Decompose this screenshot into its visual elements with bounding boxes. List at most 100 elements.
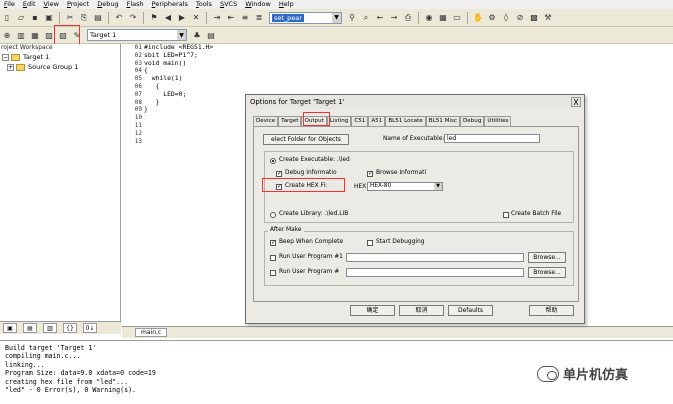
menu-tools[interactable]: Tools [192,0,216,9]
prev-bookmark-icon[interactable]: ◀ [162,12,174,24]
tab-device[interactable]: Device [253,116,279,126]
paste-icon[interactable]: ▤ [92,12,104,24]
templates-tab-icon[interactable]: 0↓ [83,323,97,333]
memory-icon[interactable]: ▩ [528,12,540,24]
regs-tab-icon[interactable]: ▤ [23,323,37,333]
menu-file[interactable]: File [0,0,19,9]
ok-button[interactable]: 确定 [350,305,395,316]
undo-icon[interactable]: ↶ [113,12,125,24]
collapse-icon[interactable]: − [2,53,9,61]
bookmark-icon[interactable]: ⚑ [148,12,160,24]
print-icon[interactable]: ⎙ [402,12,414,24]
compile-icon[interactable]: ▥ [15,29,27,41]
step-icon[interactable]: ◊ [500,12,512,24]
menu-svcs[interactable]: SVCS [216,0,241,9]
build-target-icon[interactable]: ▦ [29,29,41,41]
menu-peripherals[interactable]: Peripherals [148,0,192,9]
settings-icon[interactable]: ⚒ [542,12,554,24]
tab-bl51-locate[interactable]: BL51 Locate [385,116,426,126]
select-folder-button[interactable]: elect Folder for Objects [263,134,349,145]
tree-group-label: Source Group 1 [28,63,79,71]
tab-listing[interactable]: Listing [326,116,352,126]
highlight-output-tab [303,112,330,126]
expand-icon[interactable]: + [7,63,14,71]
save-icon[interactable]: ▪ [29,12,41,24]
beep-checkbox[interactable]: ✓ [270,240,276,246]
target-select[interactable]: Target 1 ▼ [87,29,187,41]
clear-bookmarks-icon[interactable]: ✕ [190,12,202,24]
menu-edit[interactable]: Edit [19,0,40,9]
go-forward-icon[interactable]: → [388,12,400,24]
workspace-title: roject Workspace [0,44,120,52]
browse-1-button[interactable]: Browse... [528,252,566,263]
browse-info-checkbox[interactable]: ✓ [367,171,373,177]
run-icon[interactable]: ⚙ [486,12,498,24]
create-library-radio[interactable] [270,212,276,218]
outdent-icon[interactable]: ⇤ [225,12,237,24]
tree-target-label: Target 1 [23,53,50,61]
find-in-files-icon[interactable]: ⚲ [346,12,358,24]
tab-c51[interactable]: C51 [351,116,369,126]
menu-help[interactable]: Help [275,0,298,9]
defaults-button[interactable]: Defaults [448,305,493,316]
executable-name-field[interactable]: led [444,134,540,143]
functions-tab-icon[interactable]: {} [63,323,77,333]
tree-source-group[interactable]: + Source Group 1 [0,62,120,72]
next-bookmark-icon[interactable]: ▶ [176,12,188,24]
menu-project[interactable]: Project [63,0,93,9]
indent-icon[interactable]: ⇥ [211,12,223,24]
redo-icon[interactable]: ↷ [127,12,139,24]
find-icon[interactable]: ⌕ [360,12,372,24]
find-text: set_pear [272,13,304,22]
tab-utilities[interactable]: Utilities [484,116,512,126]
run-program-1-field[interactable] [346,253,524,262]
comment-icon[interactable]: ≡ [239,12,251,24]
tab-main-c[interactable]: main.c [135,328,168,337]
breakpoint-icon[interactable]: ✋ [472,12,484,24]
tab-bl51-misc[interactable]: BL51 Misc [425,116,460,126]
tab-target[interactable]: Target [278,116,302,126]
cancel-button[interactable]: 取消 [399,305,444,316]
save-all-icon[interactable]: ▣ [43,12,55,24]
menu-view[interactable]: View [40,0,63,9]
start-debugging-checkbox[interactable] [367,240,373,246]
hex-format-select[interactable]: HEX-80 ▼ [367,182,443,191]
chevron-down-icon[interactable]: ▼ [332,12,341,23]
menu-flash[interactable]: Flash [123,0,148,9]
tab-a51[interactable]: A51 [368,116,386,126]
files-tab-icon[interactable]: ▣ [3,323,17,333]
translate-icon[interactable]: ⊕ [1,29,13,41]
run-program-1-checkbox[interactable] [270,255,276,261]
line-number: 08 [134,98,142,106]
chevron-down-icon[interactable]: ▼ [434,183,442,190]
run-program-2-field[interactable] [346,268,524,277]
cut-icon[interactable]: ✂ [64,12,76,24]
go-back-icon[interactable]: ← [374,12,386,24]
new-file-icon[interactable]: ▯ [1,12,13,24]
highlight-create-hex [262,178,345,192]
chevron-down-icon[interactable]: ▼ [177,30,186,40]
batch-file-checkbox[interactable] [503,212,509,218]
debug-info-checkbox[interactable]: ✓ [276,171,282,177]
stop-icon[interactable]: ⊘ [514,12,526,24]
tree-target[interactable]: − Target 1 [0,52,120,62]
manage-components-icon[interactable]: ♣ [191,29,203,41]
build-icon[interactable]: ▦ [437,12,449,24]
close-icon[interactable]: X [571,97,581,107]
uncomment-icon[interactable]: ≣ [253,12,265,24]
find-combo[interactable]: set_pear ▼ [269,11,342,24]
open-icon[interactable]: ▱ [15,12,27,24]
help-button[interactable]: 帮助 [529,305,574,316]
books-tab-icon[interactable]: ▥ [43,323,57,333]
tab-debug[interactable]: Debug [459,116,485,126]
menu-debug[interactable]: Debug [93,0,122,9]
window-icon[interactable]: ▭ [451,12,463,24]
copy-icon[interactable]: ⎘ [78,12,90,24]
run-program-2-checkbox[interactable] [270,270,276,276]
file-extensions-icon[interactable]: ▤ [205,29,217,41]
browse-2-button[interactable]: Browse... [528,267,566,278]
run-program-2-label: Run User Program # [279,269,340,275]
menu-window[interactable]: Window [241,0,275,9]
create-executable-radio[interactable] [270,158,276,164]
debug-icon[interactable]: ◉ [423,12,435,24]
